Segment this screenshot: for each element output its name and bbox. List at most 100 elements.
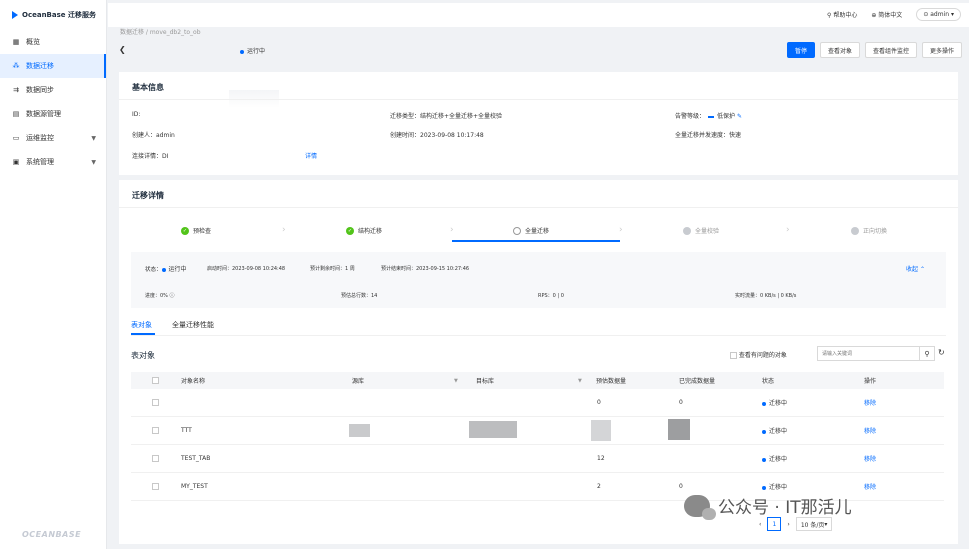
- divider: [119, 207, 958, 208]
- active-step-indicator: [452, 240, 620, 242]
- sync-icon: ⇉: [13, 86, 19, 94]
- language-switch[interactable]: ⊕ 简体中文: [871, 10, 902, 19]
- sidebar-item-label: 运维监控: [26, 134, 54, 142]
- tab-full-migration-performance[interactable]: 全量迁移性能: [172, 320, 214, 330]
- view-monitor-button[interactable]: 查看组件监控: [864, 42, 917, 58]
- step-precheck[interactable]: ✓ 预检查: [181, 226, 211, 235]
- remove-link[interactable]: 移除: [864, 398, 876, 407]
- sidebar-item-system[interactable]: ▣ 系统管理 ▼: [0, 150, 106, 174]
- migration-details-title: 迁移详情: [132, 191, 164, 200]
- row-checkbox[interactable]: [152, 483, 159, 490]
- table-row: TEST_TAB 12 迁移中 移除: [131, 445, 944, 473]
- row-status: 迁移中: [762, 454, 787, 463]
- chevron-right-icon: ›: [619, 225, 623, 235]
- back-arrow-icon[interactable]: ❮: [119, 45, 126, 54]
- checkbox[interactable]: [730, 352, 737, 359]
- sidebar-item-datasource[interactable]: ▤ 数据源管理: [0, 102, 106, 126]
- page-header: ❮ 运行中 暂停 查看对象 查看组件监控 更多操作: [108, 35, 969, 65]
- user-menu[interactable]: ⊙ admin ▾: [916, 8, 961, 21]
- search-box: ⚲: [817, 346, 935, 361]
- table-header: 对象名称 源库 ▼ 目标库 ▼ 预估数据量 已完成数据量 状态 操作: [131, 372, 944, 389]
- remove-link[interactable]: 移除: [864, 426, 876, 435]
- created-time: 创建时间：2023-09-08 10:17:48: [390, 132, 484, 139]
- remove-link[interactable]: 移除: [864, 482, 876, 491]
- sidebar-item-label: 数据源管理: [26, 110, 61, 118]
- only-problem-label: 查看有问题的对象: [738, 352, 787, 359]
- page-number[interactable]: 1: [767, 517, 782, 531]
- edit-icon[interactable]: ✎: [737, 113, 742, 120]
- step-full-migration[interactable]: 全量迁移: [513, 226, 549, 235]
- help-center-link[interactable]: ⚲ 帮助中心: [827, 10, 857, 19]
- alert-level-label: 告警等级：: [675, 113, 706, 120]
- estimated-rows: 预估总行数：14: [341, 293, 378, 299]
- sidebar-item-data-sync[interactable]: ⇉ 数据同步: [0, 78, 106, 102]
- view-objects-button[interactable]: 查看对象: [819, 42, 860, 58]
- row-status: 迁移中: [762, 398, 787, 407]
- info-icon: ⓘ: [169, 293, 175, 299]
- table-section-title: 表对象: [131, 351, 155, 360]
- remaining-time: 预计剩余时间：1 周: [310, 266, 355, 272]
- refresh-icon[interactable]: ↻: [938, 348, 945, 357]
- watermark-text: 公众号 · IT那活儿: [718, 498, 852, 518]
- objects-table: 对象名称 源库 ▼ 目标库 ▼ 预估数据量 已完成数据量 状态 操作 0 0 迁…: [131, 372, 944, 501]
- search-input[interactable]: [818, 347, 919, 360]
- object-name: MY_TEST: [181, 483, 208, 490]
- search-icon[interactable]: ⚲: [919, 347, 934, 360]
- select-all-checkbox[interactable]: [152, 377, 159, 384]
- row-status: 迁移中: [762, 426, 787, 435]
- alert-level-value: 低保护: [717, 113, 736, 120]
- sidebar-item-label: 数据迁移: [26, 62, 54, 70]
- row-checkbox[interactable]: [152, 427, 159, 434]
- database-icon: ▤: [12, 110, 20, 118]
- collapse-toggle[interactable]: 收起 ⌃: [906, 264, 925, 273]
- page-size-select[interactable]: 10 条/页 ▾: [795, 517, 833, 531]
- task-id: ID:: [132, 111, 141, 118]
- step-full-verification[interactable]: 全量校验: [683, 226, 719, 235]
- column-target-db: 目标库: [476, 378, 495, 385]
- row-checkbox[interactable]: [152, 455, 159, 462]
- next-page-icon[interactable]: ›: [787, 521, 789, 528]
- object-name: TTT: [181, 427, 192, 434]
- column-completed-volume: 已完成数据量: [679, 378, 716, 385]
- check-icon: ✓: [181, 226, 189, 235]
- more-actions-button[interactable]: 更多操作: [921, 42, 962, 58]
- estimated-volume: 0: [597, 399, 601, 406]
- step-label: 预检查: [193, 228, 212, 235]
- only-problem-filter[interactable]: 查看有问题的对象: [730, 350, 787, 359]
- user-name: admin: [930, 11, 950, 18]
- redacted-mosaic: [591, 420, 611, 441]
- tab-table-objects[interactable]: 表对象: [131, 320, 152, 330]
- wechat-icon: [684, 494, 716, 520]
- step-schema-migration[interactable]: ✓ 结构迁移: [346, 226, 382, 235]
- prev-page-icon[interactable]: ‹: [759, 521, 761, 528]
- pause-button[interactable]: 暂停: [786, 42, 815, 58]
- estimated-volume: 2: [597, 483, 601, 490]
- status-dot-icon: [240, 49, 244, 54]
- status-dot-icon: [161, 267, 166, 272]
- completed-volume: 0: [679, 483, 683, 490]
- chevron-down-icon: ▼: [91, 134, 96, 142]
- sidebar-item-overview[interactable]: ▦ 概览: [0, 30, 106, 54]
- app-logo[interactable]: OceanBase 迁移服务: [0, 0, 106, 30]
- status-dot-icon: [762, 401, 766, 406]
- step-forward-switch[interactable]: 正向切换: [851, 226, 887, 235]
- divider: [119, 99, 958, 100]
- chevron-right-icon: ›: [450, 225, 454, 235]
- remove-link[interactable]: 移除: [864, 454, 876, 463]
- filter-icon[interactable]: ▼: [578, 378, 582, 384]
- connection-details-link[interactable]: 详情: [305, 151, 317, 160]
- topbar: ⚲ 帮助中心 ⊕ 简体中文 ⊙ admin ▾: [108, 3, 969, 27]
- footer-logo: OCEANBASE: [22, 530, 82, 539]
- redacted-mosaic: [668, 419, 690, 440]
- grid-icon: ▦: [12, 38, 20, 46]
- divider: [131, 335, 946, 336]
- sidebar-item-data-migration[interactable]: ⁂ 数据迁移: [0, 54, 106, 78]
- sidebar-item-label: 数据同步: [26, 86, 54, 94]
- filter-icon[interactable]: ▼: [454, 378, 458, 384]
- sidebar-item-monitor[interactable]: ▭ 运维监控 ▼: [0, 126, 106, 150]
- row-status-label: 迁移中: [769, 456, 788, 463]
- row-checkbox[interactable]: [152, 399, 159, 406]
- step-label: 全量迁移: [525, 228, 550, 235]
- sidebar: OceanBase 迁移服务 ▦ 概览 ⁂ 数据迁移 ⇉ 数据同步 ▤ 数据源管…: [0, 0, 107, 549]
- row-status-label: 迁移中: [769, 428, 788, 435]
